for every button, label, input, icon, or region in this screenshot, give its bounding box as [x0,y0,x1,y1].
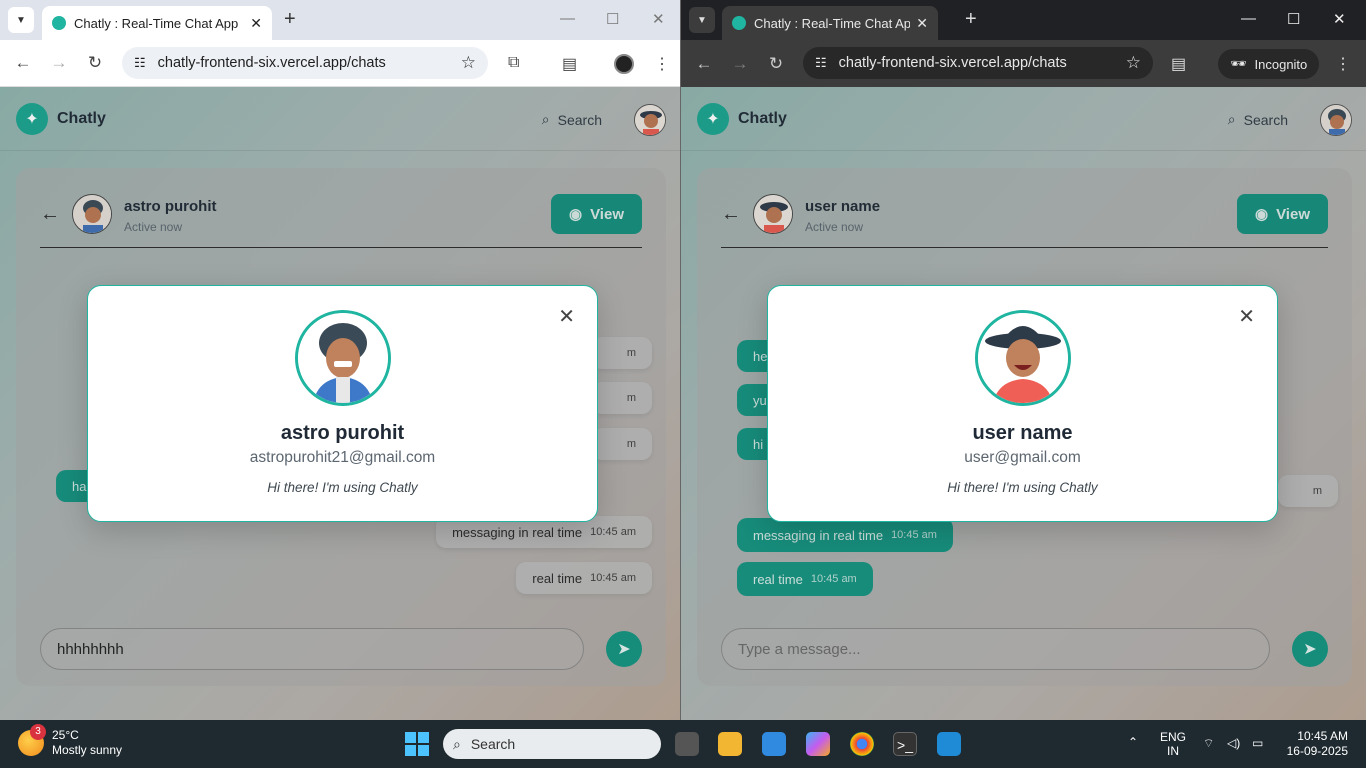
profile-avatar-illustration-icon [297,313,388,403]
tab-strip: ▼ Chatly : Real-Time Chat App ✕ + — ☐ ✕ [0,0,680,40]
incognito-icon: 🕶 [1230,56,1247,71]
close-window-icon[interactable]: ✕ [1333,10,1346,28]
close-tab-icon[interactable]: ✕ [250,15,262,32]
browser-tab[interactable]: Chatly : Real-Time Chat App ✕ [42,6,272,40]
system-clock[interactable]: 10:45 AM 16-09-2025 [1287,729,1348,759]
close-icon[interactable]: ✕ [558,304,575,329]
taskbar-search[interactable]: ⌕ Search [443,729,661,759]
chatly-app: ✦ Chatly ⌕ Search ← user name Active now… [681,87,1366,720]
browser-window-right: ▼ Chatly : Real-Time Chat App ✕ + — ☐ ✕ … [681,0,1366,720]
task-view-icon[interactable] [675,732,699,756]
chatly-favicon-icon [52,16,66,30]
close-tab-icon[interactable]: ✕ [916,15,928,32]
store-icon[interactable] [762,732,786,756]
forward-icon[interactable]: → [44,53,74,73]
profile-about: Hi there! I'm using Chatly [947,480,1098,495]
maximize-icon[interactable]: ☐ [606,10,619,28]
tab-search-icon[interactable]: ▼ [8,7,34,33]
language-indicator[interactable]: ENG IN [1160,730,1186,758]
start-menu-icon[interactable] [405,732,429,756]
copilot-icon[interactable] [806,732,830,756]
lang-code: ENG [1160,730,1187,744]
weather-temp: 25°C [52,728,79,742]
profile-modal: ✕ astro purohit astropurohit21@gmail.com… [87,285,598,522]
browser-toolbar: ← → ↻ ☷ chatly-frontend-six.vercel.app/c… [0,40,680,87]
tab-title: Chatly : Real-Time Chat App [74,15,239,31]
chevron-up-icon[interactable]: ⌃ [1128,735,1138,749]
profile-name: astro purohit [280,422,405,444]
tab-title: Chatly : Real-Time Chat App [754,15,911,31]
browser-toolbar: ← → ↻ ☷ chatly-frontend-six.vercel.app/c… [681,40,1366,87]
close-icon[interactable]: ✕ [1238,304,1255,329]
maximize-icon[interactable]: ☐ [1287,10,1300,28]
weather-widget[interactable]: 3 25°C Mostly sunny [18,724,123,758]
url-text: chatly-frontend-six.vercel.app/chats [838,55,1067,71]
tab-search-icon[interactable]: ▼ [689,7,715,33]
reading-list-icon[interactable]: ▤ [1171,54,1186,74]
reading-list-icon[interactable]: ▤ [562,54,577,74]
bookmark-star-icon[interactable]: ☆ [1126,53,1141,73]
forward-icon[interactable]: → [725,54,755,74]
site-info-icon[interactable]: ☷ [134,55,146,71]
chatly-favicon-icon [732,16,746,30]
close-window-icon[interactable]: ✕ [652,10,665,28]
clock-date: 16-09-2025 [1286,744,1348,758]
incognito-badge[interactable]: 🕶 Incognito [1218,49,1320,79]
new-tab-icon[interactable]: + [284,9,296,29]
bookmark-star-icon[interactable]: ☆ [461,53,476,73]
browser-window-left: ▼ Chatly : Real-Time Chat App ✕ + — ☐ ✕ … [0,0,680,720]
windows-taskbar: 3 25°C Mostly sunny ⌕ Search >_ ⌃ ENG IN… [0,720,1366,768]
profile-email: user@gmail.com [964,449,1081,466]
menu-kebab-icon[interactable]: ⋮ [654,54,670,74]
chatly-app: ✦ Chatly ⌕ Search ← astro purohit Active… [0,87,680,720]
vscode-icon[interactable] [937,732,961,756]
back-icon[interactable]: ← [8,53,38,73]
profile-name: user name [972,422,1073,444]
region-code: IN [1167,744,1179,758]
volume-icon[interactable]: ◁) [1227,736,1240,750]
address-bar[interactable]: ☷ chatly-frontend-six.vercel.app/chats ☆ [803,47,1153,79]
minimize-icon[interactable]: — [560,10,575,27]
reload-icon[interactable]: ↻ [80,53,110,73]
browser-tab[interactable]: Chatly : Real-Time Chat App ✕ [722,6,938,40]
search-icon: ⌕ [453,735,461,752]
menu-kebab-icon[interactable]: ⋮ [1335,54,1351,74]
url-text: chatly-frontend-six.vercel.app/chats [157,55,386,71]
extensions-icon[interactable]: ⧉ [508,54,519,72]
reload-icon[interactable]: ↻ [761,54,791,74]
file-explorer-icon[interactable] [718,732,742,756]
new-tab-icon[interactable]: + [965,9,977,29]
site-info-icon[interactable]: ☷ [815,55,827,71]
notification-badge: 3 [30,724,46,740]
wifi-icon[interactable]: ⌔ [1203,736,1214,750]
minimize-icon[interactable]: — [1241,10,1256,27]
weather-desc: Mostly sunny [52,743,123,757]
profile-email: astropurohit21@gmail.com [249,449,436,466]
tab-strip: ▼ Chatly : Real-Time Chat App ✕ + — ☐ ✕ [681,0,1366,40]
profile-avatar-illustration-icon [977,313,1068,403]
profile-avatar-icon[interactable] [614,54,634,74]
incognito-label: Incognito [1254,56,1308,72]
profile-about: Hi there! I'm using Chatly [267,480,418,495]
profile-modal: ✕ user name user@gmail.com Hi there! I'm… [767,285,1278,522]
address-bar[interactable]: ☷ chatly-frontend-six.vercel.app/chats ☆ [122,47,488,79]
profile-avatar [974,310,1071,406]
clock-time: 10:45 AM [1297,729,1348,743]
back-icon[interactable]: ← [689,54,719,74]
sun-icon: 3 [18,724,46,756]
battery-icon[interactable]: ▭ [1252,736,1263,750]
taskbar-search-label: Search [470,736,516,752]
chrome-icon[interactable] [850,732,874,756]
terminal-icon[interactable]: >_ [893,732,917,756]
profile-avatar [294,310,391,406]
